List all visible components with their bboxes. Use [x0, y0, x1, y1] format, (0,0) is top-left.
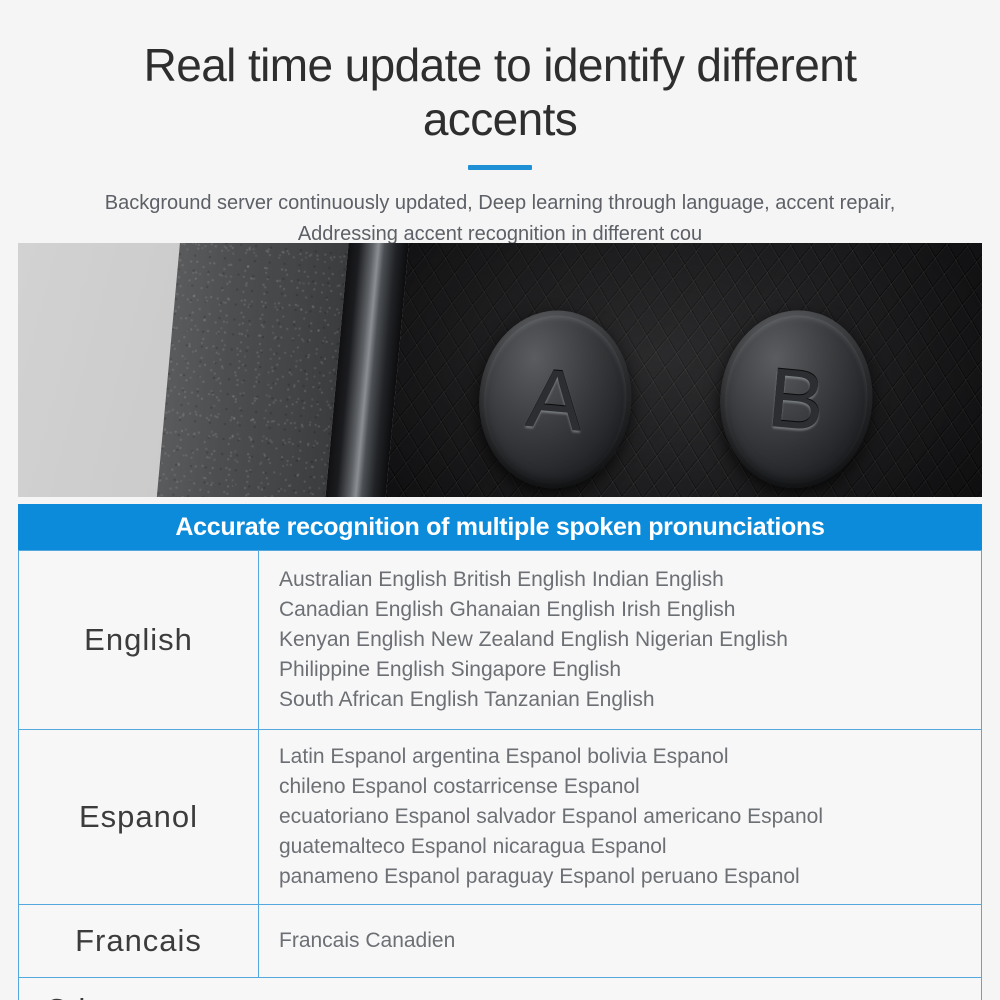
- device-body: A B: [145, 243, 982, 497]
- accent-list-english: Australian English British English India…: [258, 549, 982, 731]
- accent-line: Canadian English Ghanaian English Irish …: [279, 598, 736, 622]
- accent-line: guatemalteco Espanol nicaragua Espanol: [279, 835, 667, 859]
- section-banner-title: Accurate recognition of multiple spoken …: [175, 512, 825, 541]
- device-side-panel: [145, 243, 360, 497]
- device-button-a-label: A: [523, 350, 588, 449]
- product-photo: A B: [18, 243, 982, 497]
- table-row: Francais Francais Canadien: [18, 904, 982, 979]
- accent-line: panameno Espanol paraguay Espanol peruan…: [279, 865, 800, 889]
- accent-line: Francais Canadien: [279, 929, 456, 953]
- device-button-b-label: B: [764, 349, 829, 449]
- accent-line: Australian English British English India…: [279, 568, 724, 591]
- accent-line: Kenyan English New Zealand English Niger…: [279, 628, 788, 652]
- language-label-espanol: Espanol: [18, 729, 259, 906]
- accent-line: Latin Espanol argentina Espanol bolivia …: [279, 745, 729, 769]
- table-row: Other accents: [18, 977, 982, 1000]
- page-subtitle: Background server continuously updated, …: [104, 191, 896, 245]
- table-row: English Australian English British Engli…: [18, 549, 982, 731]
- device-textured-face: [372, 243, 982, 497]
- accents-table: English Australian English British Engli…: [18, 549, 982, 1000]
- accents-table-body: English Australian English British Engli…: [18, 549, 982, 1000]
- accent-line: chileno Espanol costarricense Espanol: [279, 775, 640, 799]
- hero-section: Real time update to identify different a…: [0, 0, 1000, 250]
- accent-line: ecuatoriano Espanol salvador Espanol ame…: [279, 805, 824, 829]
- table-row: Espanol Latin Espanol argentina Espanol …: [18, 729, 982, 906]
- other-accents-label: Other accents: [18, 977, 982, 1000]
- title-underline-accent: [468, 164, 532, 170]
- page-title: Real time update to identify different a…: [143, 39, 857, 146]
- section-banner: Accurate recognition of multiple spoken …: [18, 504, 982, 550]
- accent-list-espanol: Latin Espanol argentina Espanol bolivia …: [258, 729, 982, 906]
- language-label-english: English: [18, 549, 259, 731]
- accent-line: Philippine English Singapore English: [279, 658, 622, 682]
- language-label-francais: Francais: [18, 904, 259, 979]
- product-feature-page: Real time update to identify different a…: [0, 0, 1000, 1000]
- accent-list-francais: Francais Canadien: [258, 904, 982, 979]
- accent-line: South African English Tanzanian English: [279, 688, 655, 712]
